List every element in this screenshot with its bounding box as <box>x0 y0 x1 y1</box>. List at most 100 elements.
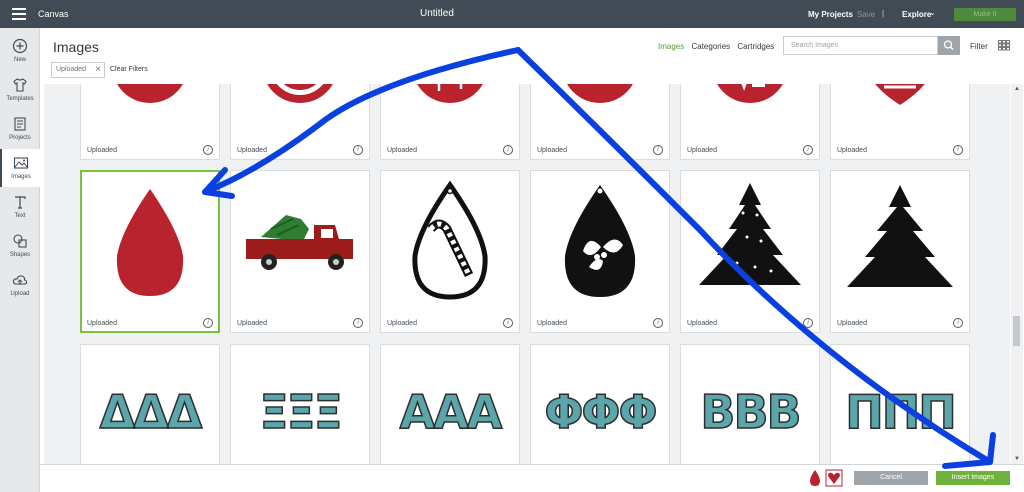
sidebar-item-shapes[interactable]: Shapes <box>0 227 40 265</box>
shapes-icon <box>13 234 27 248</box>
sidebar-item-text[interactable]: Text <box>0 188 40 226</box>
image-card[interactable]: Uploaded i <box>830 84 970 160</box>
insert-images-button[interactable]: Insert Images <box>936 471 1010 485</box>
selected-images-thumbnails <box>810 469 843 487</box>
image-card[interactable]: ΞΞΞ <box>230 344 370 464</box>
app-name: Canvas <box>38 9 69 19</box>
image-card[interactable]: Uploaded i <box>530 170 670 333</box>
info-icon[interactable]: i <box>803 318 813 328</box>
image-card[interactable]: Uploaded i <box>230 84 370 160</box>
filter-button[interactable]: Filter <box>970 42 988 51</box>
image-card[interactable]: Uploaded i <box>530 84 670 160</box>
info-icon[interactable]: i <box>803 145 813 155</box>
holly-teardrop-art <box>564 185 636 297</box>
clear-filters-link[interactable]: Clear Filters <box>110 66 148 73</box>
filter-chip-uploaded[interactable]: Uploaded × <box>51 62 105 78</box>
red-table-circle-art <box>417 84 483 103</box>
sidebar-item-projects[interactable]: Projects <box>0 110 40 148</box>
red-grid-circle-art <box>567 84 633 103</box>
search-icon <box>943 40 954 51</box>
scrollbar-thumb[interactable] <box>1013 316 1020 346</box>
scroll-down-arrow-icon[interactable]: ▼ <box>1014 456 1020 462</box>
card-label: Uploaded <box>387 320 417 327</box>
tab-images[interactable]: Images <box>658 42 684 51</box>
sidebar-item-label: Text <box>14 213 26 219</box>
page-title: Images <box>53 39 99 55</box>
sidebar-item-templates[interactable]: Templates <box>0 71 40 109</box>
info-icon[interactable]: i <box>203 145 213 155</box>
card-label: Uploaded <box>237 320 267 327</box>
greek-letters-art: ΑΑΑ <box>399 384 503 440</box>
image-card[interactable]: ΠΠΠ <box>830 344 970 464</box>
image-card[interactable]: Uploaded i <box>830 170 970 333</box>
text-icon <box>15 196 26 209</box>
info-icon[interactable]: i <box>503 145 513 155</box>
image-card[interactable]: ΔΔΔ <box>80 344 220 464</box>
info-icon[interactable]: i <box>653 318 663 328</box>
sidebar-item-label: Projects <box>9 135 31 141</box>
red-ve-circle-art <box>717 84 783 103</box>
info-icon[interactable]: i <box>353 318 363 328</box>
chip-label: Uploaded <box>56 66 86 73</box>
sidebar-item-label: Upload <box>10 291 30 297</box>
card-label: Uploaded <box>237 147 267 154</box>
search-input[interactable]: Search Images <box>783 36 938 55</box>
hamburger-menu-icon[interactable] <box>12 8 26 20</box>
vertical-scrollbar[interactable]: ▲ ▼ <box>1011 84 1023 464</box>
card-label: Uploaded <box>837 320 867 327</box>
greek-letters-art: ΠΠΠ <box>845 384 958 440</box>
card-label: Uploaded <box>687 320 717 327</box>
sidebar-item-label: Images <box>11 174 31 180</box>
card-label: Uploaded <box>837 147 867 154</box>
top-bar: Canvas Untitled My Projects Save | Explo… <box>0 0 1024 28</box>
info-icon[interactable]: i <box>503 318 513 328</box>
plus-circle-icon <box>12 38 28 54</box>
sidebar-item-new[interactable]: New <box>0 32 40 70</box>
document-title: Untitled <box>420 8 454 19</box>
info-icon[interactable]: i <box>953 145 963 155</box>
cancel-button[interactable]: Cancel <box>854 471 928 485</box>
christmas-tree-dots-art <box>699 183 801 285</box>
chevron-down-icon[interactable]: ⌄ <box>929 8 936 17</box>
card-label: Uploaded <box>537 147 567 154</box>
info-icon[interactable]: i <box>353 145 363 155</box>
scroll-up-arrow-icon[interactable]: ▲ <box>1014 86 1020 92</box>
grid-view-icon[interactable] <box>998 40 1010 51</box>
info-icon[interactable]: i <box>653 145 663 155</box>
image-card[interactable]: ΑΑΑ <box>380 344 520 464</box>
image-card[interactable]: Uploaded i <box>680 84 820 160</box>
tab-categories[interactable]: Categories <box>691 42 730 51</box>
greek-letters-art: ΦΦΦ <box>544 384 659 440</box>
card-label: Uploaded <box>537 320 567 327</box>
my-projects-link[interactable]: My Projects <box>808 10 853 19</box>
info-icon[interactable]: i <box>953 318 963 328</box>
card-label: Uploaded <box>87 147 117 154</box>
make-it-button[interactable]: Make It <box>954 8 1016 21</box>
red-heart-ring-art <box>267 84 333 103</box>
image-card[interactable]: ΦΦΦ <box>530 344 670 464</box>
image-card[interactable]: Uploaded i <box>80 84 220 160</box>
image-card-selected[interactable]: Uploaded i <box>80 170 220 333</box>
explore-menu[interactable]: Explore <box>902 10 931 19</box>
topbar-separator: | <box>882 9 885 18</box>
save-button[interactable]: Save <box>857 10 875 19</box>
card-label: Uploaded <box>687 147 717 154</box>
image-card[interactable]: Uploaded i <box>380 84 520 160</box>
image-card[interactable]: Uploaded i <box>680 170 820 333</box>
search-button[interactable] <box>938 36 960 55</box>
tab-cartridges[interactable]: Cartridges <box>737 42 774 51</box>
info-icon[interactable]: i <box>203 318 213 328</box>
red-truck-tree-art <box>246 215 353 270</box>
christmas-tree-art <box>847 185 953 287</box>
red-stripe-heart-art <box>875 84 925 105</box>
greek-letters-art: ΒΒΒ <box>700 384 803 440</box>
close-icon[interactable]: × <box>95 64 101 75</box>
sidebar-item-label: Shapes <box>9 252 31 258</box>
red-teardrop-art <box>116 189 184 296</box>
image-card[interactable]: ΒΒΒ <box>680 344 820 464</box>
image-card[interactable]: Uploaded i <box>230 170 370 333</box>
image-grid: Uploaded i Uploaded i Uploaded i Uploade… <box>44 84 1010 464</box>
sidebar-item-images[interactable]: Images <box>0 149 40 187</box>
image-card[interactable]: Uploaded i <box>380 170 520 333</box>
sidebar-item-upload[interactable]: Upload <box>0 266 40 304</box>
